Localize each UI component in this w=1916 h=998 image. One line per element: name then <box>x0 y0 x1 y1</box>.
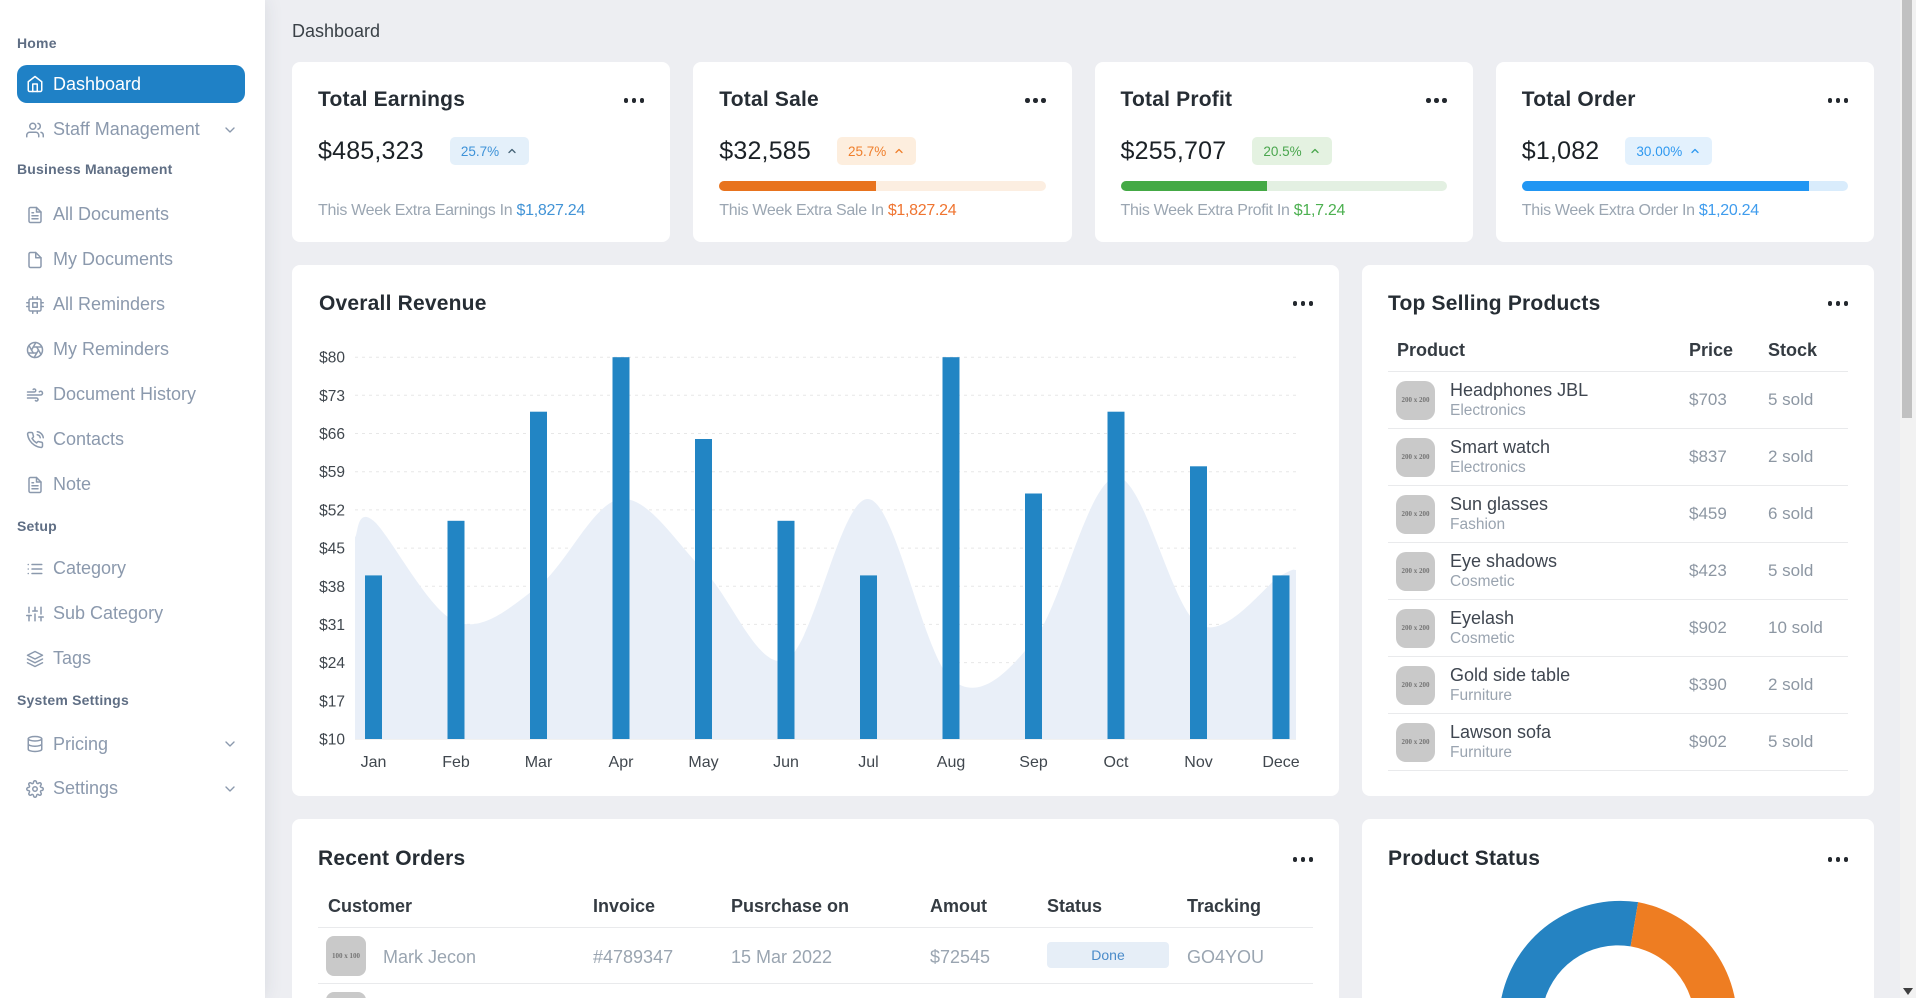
svg-text:May: May <box>688 754 718 771</box>
svg-text:$24: $24 <box>319 655 345 672</box>
svg-text:$66: $66 <box>319 426 345 443</box>
svg-text:Oct: Oct <box>1104 754 1129 771</box>
svg-text:$73: $73 <box>319 388 345 405</box>
svg-text:Apr: Apr <box>609 754 635 771</box>
svg-text:Feb: Feb <box>442 754 470 771</box>
svg-text:$10: $10 <box>319 732 345 749</box>
svg-text:$52: $52 <box>319 502 345 519</box>
svg-text:Aug: Aug <box>937 754 965 771</box>
svg-text:Jul: Jul <box>858 754 878 771</box>
svg-text:$31: $31 <box>319 617 345 634</box>
svg-text:$80: $80 <box>319 350 345 367</box>
svg-text:Jan: Jan <box>361 754 387 771</box>
svg-text:Dece: Dece <box>1262 754 1299 771</box>
svg-text:Sep: Sep <box>1019 754 1048 771</box>
svg-text:$17: $17 <box>319 693 345 710</box>
svg-text:Jun: Jun <box>773 754 799 771</box>
svg-text:$38: $38 <box>319 579 345 596</box>
svg-text:$59: $59 <box>319 464 345 481</box>
svg-text:$45: $45 <box>319 541 345 558</box>
svg-text:Nov: Nov <box>1184 754 1212 771</box>
svg-text:Mar: Mar <box>525 754 553 771</box>
